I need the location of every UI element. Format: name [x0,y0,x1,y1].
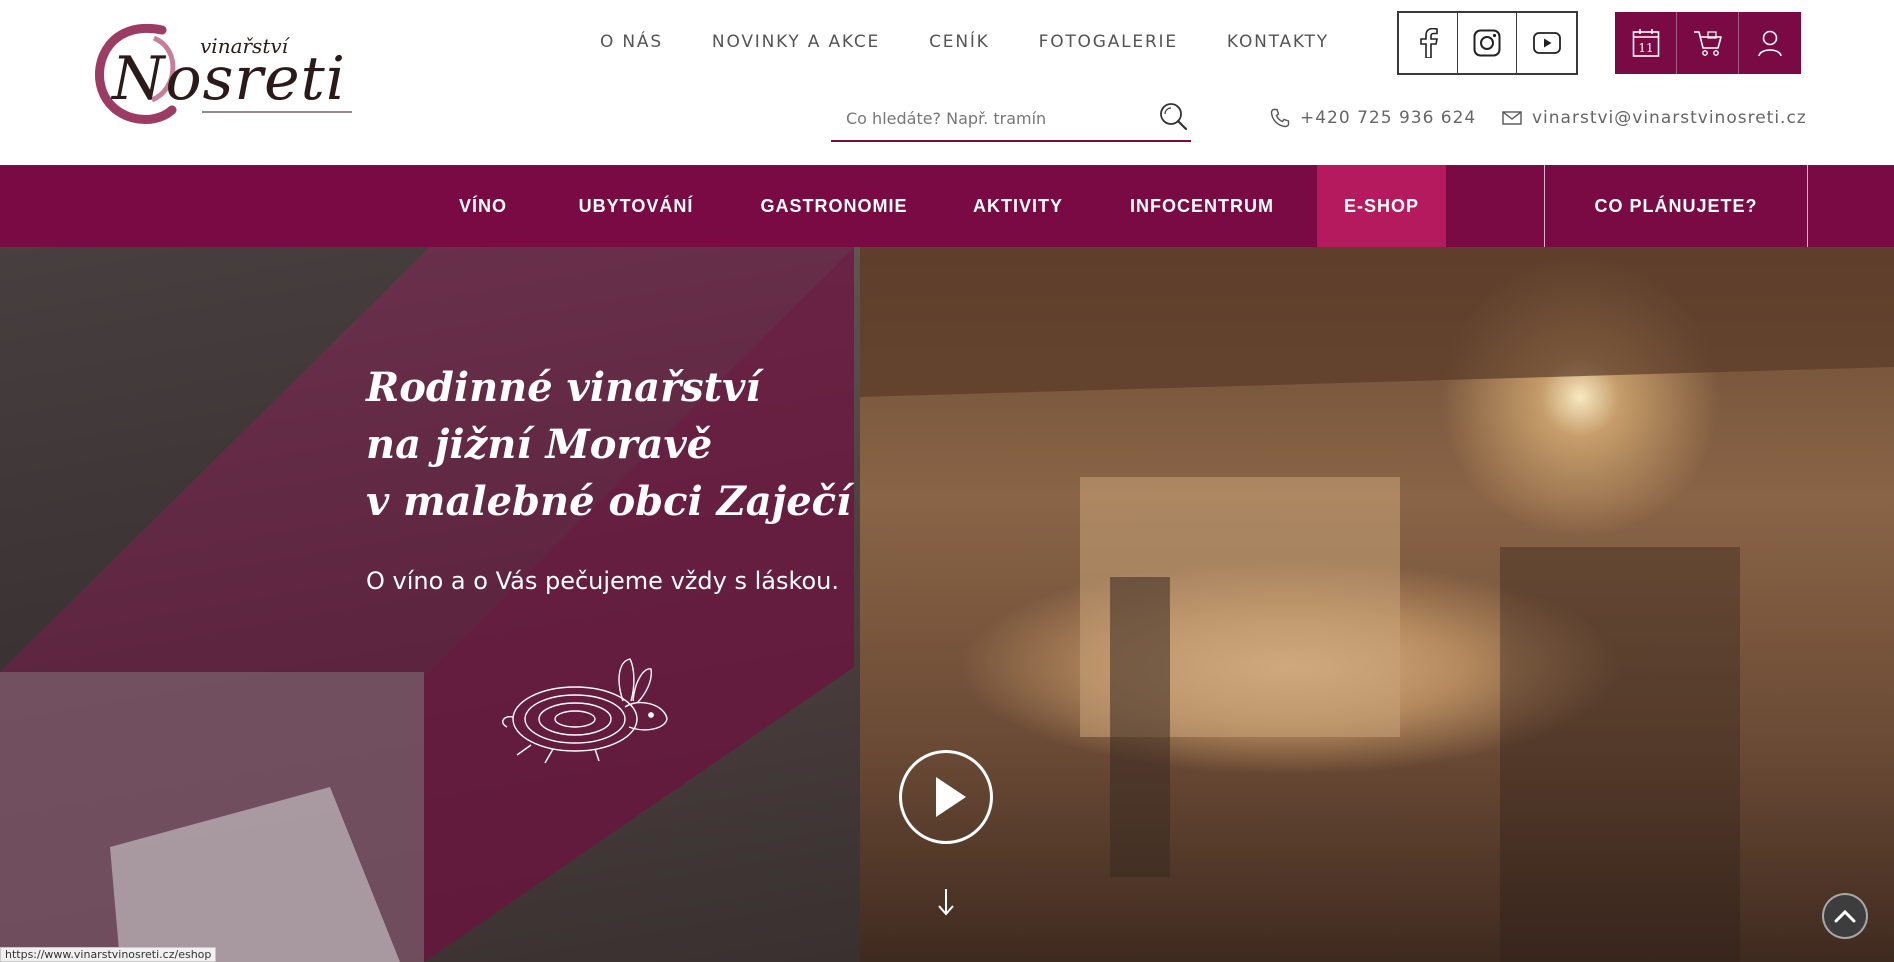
hero-title: Rodinné vinařství na jižní Moravě v male… [366,359,851,530]
menu-infocentrum[interactable]: INFOCENTRUM [1120,165,1284,247]
instagram-icon [1473,29,1501,57]
browser-status-url: https://www.vinarstvinosreti.cz/eshop [0,947,217,962]
chevron-up-icon [1834,909,1856,923]
hare-logo-icon [502,658,668,764]
topnav-cenik[interactable]: CENÍK [929,32,990,52]
email-address: vinarstvi@vinarstvinosreti.cz [1532,108,1807,128]
header-tools: 11 [1615,12,1801,74]
search-input[interactable] [846,104,1146,132]
account-button[interactable] [1739,12,1801,74]
menu-gastronomie[interactable]: GASTRONOMIE [748,165,920,247]
topnav-novinky[interactable]: NOVINKY A AKCE [712,32,880,52]
facebook-button[interactable] [1399,13,1458,73]
calendar-button[interactable]: 11 [1615,12,1677,74]
back-to-top-button[interactable] [1822,893,1868,939]
search-icon[interactable] [1157,100,1191,134]
contact-phone[interactable]: +420 725 936 624 [1270,108,1476,128]
top-nav: O NÁS NOVINKY A AKCE CENÍK FOTOGALERIE K… [600,32,1378,52]
topnav-o-nas[interactable]: O NÁS [600,32,663,52]
contact-email[interactable]: vinarstvi@vinarstvinosreti.cz [1502,108,1807,128]
user-icon [1758,30,1782,57]
topnav-kontakty[interactable]: KONTAKTY [1227,32,1329,52]
calendar-day: 11 [1638,41,1653,55]
play-video-button[interactable] [899,750,993,844]
hero-overlay-shapes [0,247,1894,962]
search-box [831,96,1191,142]
social-links [1397,11,1578,75]
hero-title-line: na jižní Moravě [366,421,713,468]
hero-title-line: Rodinné vinařství [366,364,761,411]
menu-vino[interactable]: VÍNO [433,165,533,247]
calendar-icon: 11 [1632,29,1659,57]
instagram-button[interactable] [1458,13,1517,73]
hero-section: Rodinné vinařství na jižní Moravě v male… [0,247,1894,962]
cart-icon [1693,31,1722,56]
menu-eshop[interactable]: E-SHOP [1317,165,1446,247]
menu-ubytovani[interactable]: UBYTOVÁNÍ [568,165,704,247]
menu-aktivity[interactable]: AKTIVITY [958,165,1078,247]
phone-icon [1270,108,1290,128]
phone-number: +420 725 936 624 [1300,108,1477,128]
site-logo[interactable]: vinařství Nosreti [92,20,362,132]
cart-button[interactable] [1677,12,1739,74]
facebook-icon [1420,28,1438,58]
youtube-icon [1532,32,1561,54]
main-menu: VÍNO UBYTOVÁNÍ GASTRONOMIE AKTIVITY INFO… [0,165,1894,247]
menu-co-planujete[interactable]: CO PLÁNUJETE? [1544,165,1808,247]
topnav-fotogalerie[interactable]: FOTOGALERIE [1039,32,1178,52]
hero-title-line: v malebné obci Zaječí [366,478,852,525]
logo-name: Nosreti [112,44,346,114]
site-header: vinařství Nosreti O NÁS NOVINKY A AKCE C… [0,0,1894,165]
envelope-icon [1502,111,1522,125]
hero-subtitle: O víno a o Vás pečujeme vždy s láskou. [366,567,840,595]
youtube-button[interactable] [1517,13,1576,73]
scroll-down-icon[interactable] [936,887,956,917]
play-icon [936,777,966,817]
